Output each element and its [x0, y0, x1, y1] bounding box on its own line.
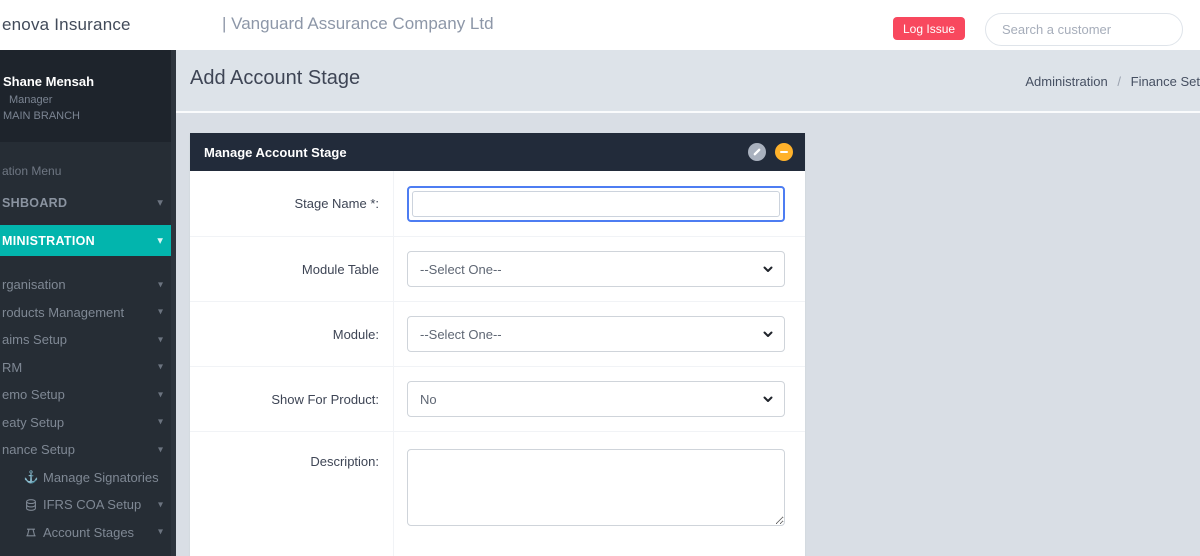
chevron-down-icon: ▾ [158, 197, 163, 208]
breadcrumb-separator: / [1117, 74, 1121, 89]
breadcrumb-administration[interactable]: Administration [1025, 74, 1107, 89]
chevron-down-icon: ▾ [158, 527, 163, 538]
chevron-down-icon [762, 328, 774, 343]
form-row-module: Module: --Select One-- [190, 302, 805, 367]
stage-icon [24, 526, 38, 538]
sidebar-item-treaty-setup[interactable]: eaty Setup ▾ [0, 409, 176, 437]
chevron-down-icon: ▾ [158, 417, 163, 428]
show-for-product-select[interactable]: No [407, 381, 785, 417]
panel-minimize-button[interactable] [775, 143, 793, 161]
database-icon [24, 499, 38, 511]
sidebar-item-finance-setup[interactable]: nance Setup ▾ [0, 436, 176, 464]
nav-section-label: ation Menu [0, 142, 176, 184]
stage-name-focus-ring [407, 186, 785, 222]
description-label: Description: [190, 432, 394, 556]
panel-body: Stage Name *: Module Table --Select One-… [190, 171, 805, 556]
user-name: Shane Mensah [3, 74, 166, 89]
leaf-item-label: IFRS COA Setup [43, 497, 141, 512]
show-for-product-label: Show For Product: [190, 367, 394, 431]
panel-title: Manage Account Stage [204, 145, 739, 160]
chevron-down-icon [762, 263, 774, 278]
sub-item-label: nance Setup [2, 442, 75, 457]
chevron-down-icon: ▾ [158, 334, 163, 345]
sub-item-label: aims Setup [2, 332, 67, 347]
form-row-description: Description: [190, 432, 805, 556]
chevron-down-icon [762, 393, 774, 408]
module-select[interactable]: --Select One-- [407, 316, 785, 352]
show-for-product-selected-value: No [420, 392, 437, 407]
top-header: enova Insurance | Vanguard Assurance Com… [0, 0, 1200, 50]
sidebar-scrollbar[interactable] [171, 50, 176, 556]
panel-header: Manage Account Stage [190, 133, 805, 171]
administration-submenu: rganisation ▾ roducts Management ▾ aims … [0, 271, 176, 546]
stage-name-input[interactable] [412, 191, 780, 217]
sub-item-label: emo Setup [2, 387, 65, 402]
user-info: Shane Mensah Manager MAIN BRANCH [0, 50, 176, 142]
sidebar-item-crm[interactable]: RM ▾ [0, 354, 176, 382]
chevron-down-icon: ▾ [158, 279, 163, 290]
sidebar-item-organisation[interactable]: rganisation ▾ [0, 271, 176, 299]
sidebar-item-administration[interactable]: MINISTRATION ▾ [0, 225, 176, 256]
stage-name-label: Stage Name *: [190, 171, 394, 236]
company-name: | Vanguard Assurance Company Ltd [222, 14, 494, 34]
manage-account-stage-panel: Manage Account Stage Stage Name *: [190, 133, 805, 556]
chevron-down-icon: ▾ [158, 307, 163, 318]
breadcrumb: Administration / Finance Set [1025, 74, 1200, 89]
description-textarea[interactable] [407, 449, 785, 526]
chevron-down-icon: ▾ [158, 499, 163, 510]
wrench-icon [752, 147, 762, 157]
leaf-item-label: Account Stages [43, 525, 134, 540]
sidebar: Shane Mensah Manager MAIN BRANCH ation M… [0, 50, 176, 556]
sidebar-item-label: MINISTRATION [2, 234, 95, 248]
module-table-selected-value: --Select One-- [420, 262, 502, 277]
anchor-icon: ⚓ [24, 470, 38, 484]
sub-item-label: eaty Setup [2, 415, 64, 430]
page-title: Add Account Stage [190, 67, 360, 90]
leaf-item-label: Manage Signatories [43, 470, 159, 485]
customer-search-input[interactable] [985, 13, 1183, 46]
main-content: Add Account Stage Administration / Finan… [176, 50, 1200, 556]
sidebar-item-demo-setup[interactable]: emo Setup ▾ [0, 381, 176, 409]
form-row-stage-name: Stage Name *: [190, 171, 805, 237]
module-table-label: Module Table [190, 237, 394, 301]
module-table-select[interactable]: --Select One-- [407, 251, 785, 287]
sidebar-item-claims-setup[interactable]: aims Setup ▾ [0, 326, 176, 354]
sidebar-item-products-management[interactable]: roducts Management ▾ [0, 299, 176, 327]
sidebar-item-ifrs-coa-setup[interactable]: IFRS COA Setup ▾ [0, 491, 176, 519]
page-header: Add Account Stage Administration / Finan… [176, 50, 1200, 113]
breadcrumb-finance-setup[interactable]: Finance Set [1131, 74, 1200, 89]
form-row-module-table: Module Table --Select One-- [190, 237, 805, 302]
sub-item-label: RM [2, 360, 22, 375]
chevron-down-icon: ▾ [158, 235, 163, 246]
chevron-down-icon: ▾ [158, 444, 163, 455]
chevron-down-icon: ▾ [158, 362, 163, 373]
content-area: Manage Account Stage Stage Name *: [176, 113, 1200, 556]
user-role: Manager [3, 94, 166, 106]
minus-icon [780, 151, 788, 153]
module-selected-value: --Select One-- [420, 327, 502, 342]
sub-item-label: roducts Management [2, 305, 124, 320]
log-issue-button[interactable]: Log Issue [893, 17, 965, 40]
form-row-show-for-product: Show For Product: No [190, 367, 805, 432]
module-label: Module: [190, 302, 394, 366]
sidebar-item-manage-signatories[interactable]: ⚓ Manage Signatories [0, 464, 176, 492]
app-logo[interactable]: enova Insurance [2, 15, 131, 35]
panel-settings-button[interactable] [748, 143, 766, 161]
sidebar-item-dashboard[interactable]: SHBOARD ▾ [0, 184, 176, 221]
user-branch: MAIN BRANCH [3, 110, 166, 122]
chevron-down-icon: ▾ [158, 389, 163, 400]
sidebar-item-label: SHBOARD [2, 196, 67, 210]
sub-item-label: rganisation [2, 277, 66, 292]
sidebar-item-account-stages[interactable]: Account Stages ▾ [0, 519, 176, 547]
page: enova Insurance | Vanguard Assurance Com… [0, 0, 1200, 556]
sidebar-nav: ation Menu SHBOARD ▾ MINISTRATION ▾ rgan… [0, 142, 176, 546]
